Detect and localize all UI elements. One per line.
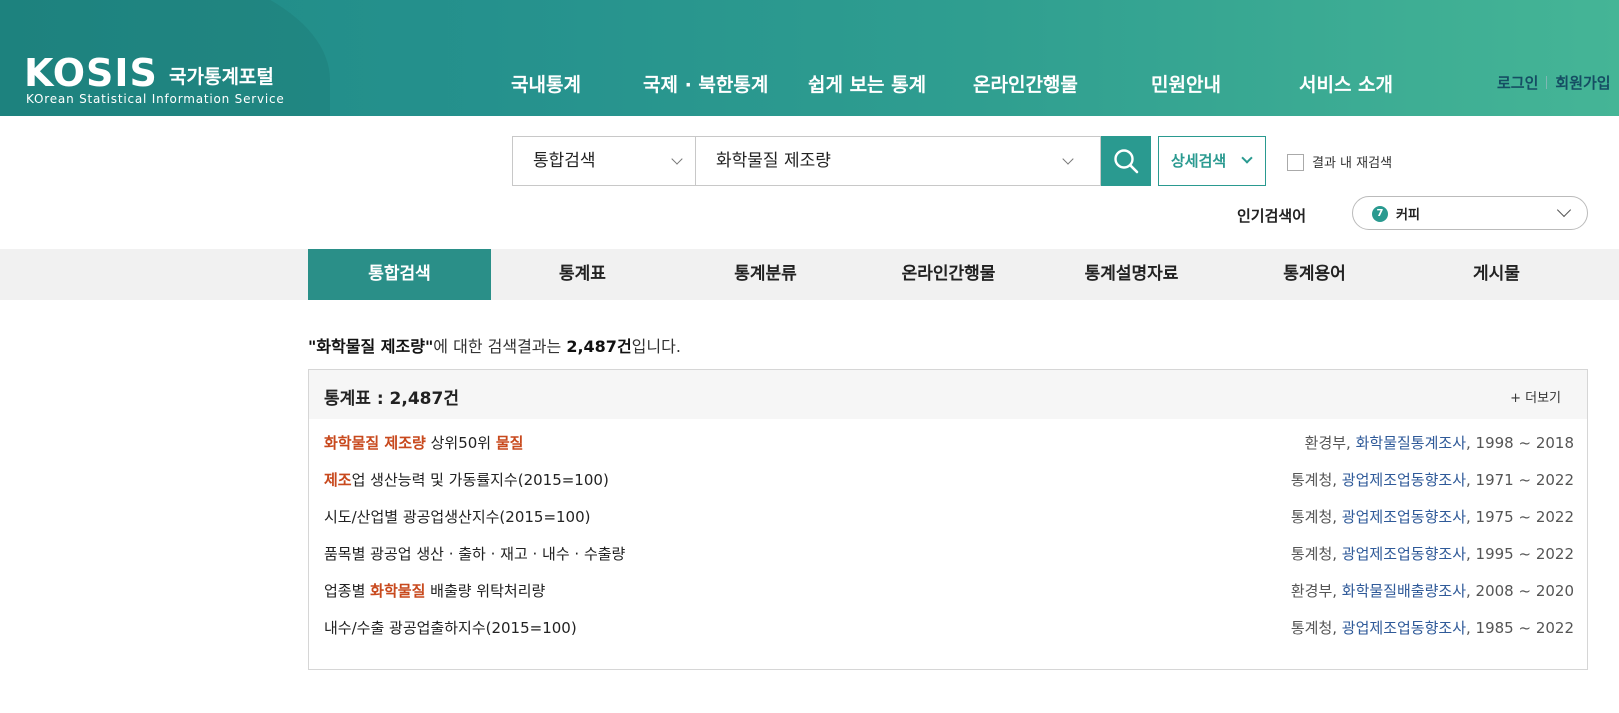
- result-title-link[interactable]: 품목별 광공업 생산 · 출하 · 재고 · 내수 · 수출량: [324, 543, 625, 564]
- kosis-logo[interactable]: KOSIS 국가통계포털 KOrean Statistical Informat…: [24, 51, 284, 106]
- search-scope-value: 통합검색: [533, 151, 596, 171]
- tab-stat-tables[interactable]: 통계표: [491, 249, 674, 300]
- tab-stat-descriptions[interactable]: 통계설명자료: [1040, 249, 1223, 300]
- result-source: 통계청, 광업제조업동향조사, 1975 ~ 2022: [1291, 506, 1574, 527]
- source-period: , 1998 ~ 2018: [1466, 434, 1574, 452]
- tab-stat-terms[interactable]: 통계용어: [1223, 249, 1406, 300]
- tab-integrated[interactable]: 통합검색: [308, 249, 491, 300]
- login-link[interactable]: 로그인: [1497, 74, 1538, 92]
- title-text: 내수/수출 광공업출하지수(2015=100): [324, 619, 577, 637]
- summary-mid: 에 대한 검색결과는: [433, 337, 567, 356]
- source-org: 통계청,: [1290, 471, 1342, 489]
- source-period: , 1995 ~ 2022: [1466, 545, 1574, 563]
- table-row: 시도/산업별 광공업생산지수(2015=100) 통계청, 광업제조업동향조사, …: [324, 506, 1574, 526]
- source-org: 통계청,: [1290, 508, 1342, 526]
- tab-posts[interactable]: 게시물: [1405, 249, 1588, 300]
- stat-table-results-panel: 통계표 : 2,487건 + 더보기 화학물질 제조량 상위50위 물질 환경부,…: [308, 369, 1588, 670]
- source-survey-link[interactable]: 화학물질배출량조사: [1342, 582, 1466, 600]
- result-source: 통계청, 광업제조업동향조사, 1995 ~ 2022: [1291, 543, 1574, 564]
- source-org: 통계청,: [1290, 545, 1342, 563]
- source-survey-link[interactable]: 광업제조업동향조사: [1342, 545, 1466, 563]
- chevron-down-icon: [1556, 202, 1572, 218]
- summary-query: "화학물질 제조량": [308, 337, 434, 356]
- more-button[interactable]: + 더보기: [1510, 387, 1561, 406]
- result-title-link[interactable]: 화학물질 제조량 상위50위 물질: [324, 432, 523, 453]
- source-survey-link[interactable]: 광업제조업동향조사: [1342, 471, 1466, 489]
- source-period: , 1971 ~ 2022: [1466, 471, 1574, 489]
- result-source: 통계청, 광업제조업동향조사, 1971 ~ 2022: [1291, 469, 1574, 490]
- result-summary: "화학물질 제조량"에 대한 검색결과는 2,487건입니다.: [308, 333, 681, 357]
- table-row: 품목별 광공업 생산 · 출하 · 재고 · 내수 · 수출량 통계청, 광업제조…: [324, 543, 1574, 563]
- title-text: 업 생산능력 및 가동률지수(2015=100): [351, 471, 609, 489]
- popular-keywords-label: 인기검색어: [1237, 207, 1307, 225]
- panel-title: 통계표 : 2,487건: [324, 389, 459, 409]
- nav-service-intro[interactable]: 서비스 소개: [1299, 70, 1393, 97]
- search-query-text: 화학물질 제조량: [716, 151, 831, 171]
- search-button[interactable]: [1101, 136, 1151, 186]
- source-survey-link[interactable]: 광업제조업동향조사: [1342, 508, 1466, 526]
- result-title-link[interactable]: 제조업 생산능력 및 가동률지수(2015=100): [324, 469, 609, 490]
- source-period: , 1975 ~ 2022: [1466, 508, 1574, 526]
- popular-keywords-dropdown[interactable]: 7 커피: [1352, 196, 1588, 230]
- title-text: 상위50위: [425, 434, 496, 452]
- chevron-down-icon: [1241, 152, 1253, 164]
- search-icon: [1114, 149, 1139, 174]
- advanced-search-button[interactable]: 상세검색: [1158, 136, 1266, 186]
- tab-online-publications[interactable]: 온라인간행물: [857, 249, 1040, 300]
- tab-stat-classification[interactable]: 통계분류: [674, 249, 857, 300]
- research-checkbox[interactable]: [1287, 154, 1304, 171]
- keyword-highlight: 화학물질 제조량: [324, 434, 426, 452]
- advanced-search-label: 상세검색: [1171, 152, 1227, 170]
- table-row: 내수/수출 광공업출하지수(2015=100) 통계청, 광업제조업동향조사, 1…: [324, 617, 1574, 637]
- panel-header: 통계표 : 2,487건 + 더보기: [309, 370, 1587, 419]
- util-divider: [1546, 76, 1548, 89]
- nav-domestic-stats[interactable]: 국내통계: [511, 70, 581, 97]
- source-survey-link[interactable]: 화학물질통계조사: [1356, 434, 1466, 452]
- logo-kr: 국가통계포털: [169, 66, 274, 88]
- research-within-results[interactable]: 결과 내 재검색: [1287, 152, 1392, 171]
- result-source: 통계청, 광업제조업동향조사, 1985 ~ 2022: [1291, 617, 1574, 638]
- source-period: , 2008 ~ 2020: [1466, 582, 1574, 600]
- nav-civil-service[interactable]: 민원안내: [1151, 70, 1221, 97]
- header: KOSIS 국가통계포털 KOrean Statistical Informat…: [0, 0, 1619, 116]
- summary-count: 2,487건: [566, 337, 632, 356]
- result-source: 환경부, 화학물질배출량조사, 2008 ~ 2020: [1291, 580, 1574, 601]
- title-text: 품목별 광공업 생산 · 출하 · 재고 · 내수 · 수출량: [324, 545, 626, 563]
- result-title-link[interactable]: 내수/수출 광공업출하지수(2015=100): [324, 617, 577, 638]
- source-org: 환경부,: [1304, 434, 1356, 452]
- source-survey-link[interactable]: 광업제조업동향조사: [1342, 619, 1466, 637]
- result-title-link[interactable]: 시도/산업별 광공업생산지수(2015=100): [324, 506, 591, 527]
- logo-en: KOrean Statistical Information Service: [26, 92, 285, 106]
- nav-easy-stats[interactable]: 쉽게 보는 통계: [808, 70, 926, 97]
- signup-link[interactable]: 회원가입: [1555, 74, 1610, 92]
- chevron-down-icon[interactable]: [1062, 153, 1074, 165]
- source-org: 환경부,: [1290, 582, 1342, 600]
- research-label: 결과 내 재검색: [1312, 156, 1393, 171]
- summary-tail: 입니다.: [631, 337, 681, 356]
- keyword-highlight: 물질: [495, 434, 524, 452]
- keyword-highlight: 제조: [324, 471, 352, 489]
- table-row: 제조업 생산능력 및 가동률지수(2015=100) 통계청, 광업제조업동향조사…: [324, 469, 1574, 489]
- nav-intl-nk-stats[interactable]: 국제 · 북한통계: [643, 70, 768, 97]
- title-text: 배출량 위탁처리량: [425, 582, 546, 600]
- chevron-down-icon: [671, 153, 683, 165]
- source-period: , 1985 ~ 2022: [1466, 619, 1574, 637]
- table-row: 업종별 화학물질 배출량 위탁처리량 환경부, 화학물질배출량조사, 2008 ~…: [324, 580, 1574, 600]
- search-input[interactable]: 화학물질 제조량: [695, 136, 1101, 186]
- source-org: 통계청,: [1290, 619, 1342, 637]
- result-source: 환경부, 화학물질통계조사, 1998 ~ 2018: [1305, 432, 1574, 453]
- popular-keyword[interactable]: 커피: [1396, 204, 1420, 223]
- logo-text: KOSIS: [24, 51, 158, 95]
- popular-rank-badge: 7: [1372, 206, 1388, 222]
- util-links: 로그인 회원가입: [1497, 72, 1611, 93]
- title-text: 업종별: [324, 582, 371, 600]
- table-row: 화학물질 제조량 상위50위 물질 환경부, 화학물질통계조사, 1998 ~ 2…: [324, 432, 1574, 452]
- result-title-link[interactable]: 업종별 화학물질 배출량 위탁처리량: [324, 580, 545, 601]
- nav-online-publications[interactable]: 온라인간행물: [973, 70, 1078, 97]
- title-text: 시도/산업별 광공업생산지수(2015=100): [324, 508, 591, 526]
- search-scope-select[interactable]: 통합검색: [512, 136, 696, 186]
- keyword-highlight: 화학물질: [370, 582, 426, 600]
